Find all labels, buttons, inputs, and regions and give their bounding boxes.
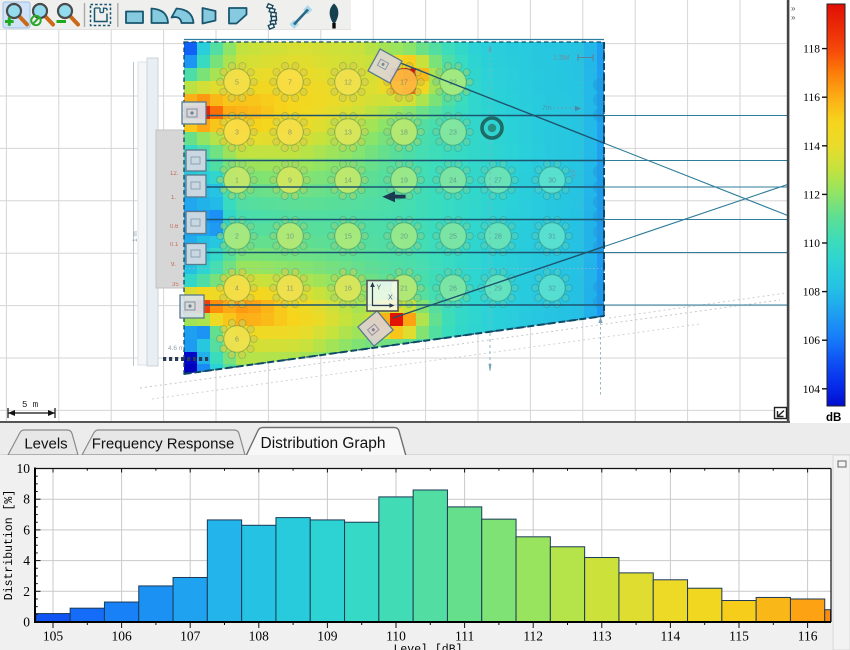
svg-text:110: 110 [803,238,820,250]
svg-text:3.5: 3.5 [571,169,577,178]
svg-text:111: 111 [455,629,474,644]
svg-text:18: 18 [400,129,408,136]
svg-text:5 m: 5 m [22,400,38,410]
svg-text:Y: Y [377,285,382,292]
svg-text:118: 118 [803,44,820,56]
svg-text:4: 4 [23,553,30,568]
svg-text:106: 106 [111,629,132,644]
svg-text:21: 21 [400,285,408,292]
svg-text:1.5M: 1.5M [553,53,570,62]
svg-text:16: 16 [344,285,352,292]
svg-text:8: 8 [288,129,292,136]
svg-text:10: 10 [286,233,294,240]
svg-text:108: 108 [249,629,270,644]
svg-text:1 m: 1 m [132,231,139,242]
svg-text:»: » [791,4,796,13]
svg-text:115: 115 [729,629,749,644]
svg-text:112: 112 [803,189,820,201]
svg-text:10: 10 [17,461,31,476]
svg-text:106: 106 [803,335,821,347]
svg-text:24: 24 [449,177,457,184]
svg-text:30: 30 [548,177,556,184]
svg-text:9.: 9. [171,262,176,268]
svg-text:109: 109 [317,629,338,644]
svg-text:Frequency Response: Frequency Response [92,436,235,453]
svg-text:»: » [791,13,796,22]
svg-text:23: 23 [449,129,457,136]
svg-text:9: 9 [288,177,292,184]
svg-text:29: 29 [494,285,502,292]
svg-text:104: 104 [803,384,821,396]
svg-text:Level [dB]: Level [dB] [393,644,462,650]
svg-text:Levels: Levels [24,436,67,453]
svg-text:108: 108 [803,287,821,299]
svg-text:1.: 1. [171,195,176,201]
svg-text:2: 2 [23,584,30,599]
svg-text:114: 114 [803,141,820,153]
svg-text:32: 32 [548,285,556,292]
svg-text:116: 116 [798,629,818,644]
svg-text:15: 15 [344,233,352,240]
svg-text:6: 6 [235,336,239,343]
svg-text:7: 7 [288,79,292,86]
svg-text:107: 107 [180,629,201,644]
svg-text:27: 27 [494,177,502,184]
svg-text:13: 13 [344,129,352,136]
svg-text:2: 2 [235,233,239,240]
svg-text:4.6 m: 4.6 m [168,345,184,352]
svg-text:X: X [388,295,393,302]
svg-text:20: 20 [400,233,408,240]
svg-text:12.: 12. [170,171,179,177]
svg-text:12: 12 [344,79,352,86]
svg-text:113: 113 [592,629,612,644]
svg-text:0.1: 0.1 [170,242,179,248]
svg-text:116: 116 [803,92,820,104]
svg-text:112: 112 [523,629,543,644]
svg-text:3: 3 [235,129,239,136]
svg-text:26: 26 [449,285,457,292]
svg-text:114: 114 [661,629,681,644]
svg-text:8: 8 [23,492,30,507]
svg-text:11: 11 [286,285,293,292]
svg-text:Distribution [%]: Distribution [%] [3,490,16,600]
svg-text:1: 1 [235,177,239,184]
svg-text:35: 35 [172,282,179,288]
svg-text:28: 28 [494,233,502,240]
svg-text:25: 25 [449,233,457,240]
svg-text:17: 17 [400,79,408,86]
svg-text:0.6: 0.6 [170,224,179,230]
svg-text:110: 110 [386,629,406,644]
svg-text:19: 19 [400,177,408,184]
svg-text:14: 14 [344,177,352,184]
svg-text:31: 31 [548,233,556,240]
svg-text:105: 105 [43,629,64,644]
svg-text:6: 6 [23,522,30,537]
svg-text:Distribution Graph: Distribution Graph [261,435,386,452]
svg-text:0: 0 [23,615,30,630]
svg-text:5: 5 [235,79,239,86]
svg-text:4: 4 [235,285,239,292]
svg-text:7m: 7m [542,105,552,112]
